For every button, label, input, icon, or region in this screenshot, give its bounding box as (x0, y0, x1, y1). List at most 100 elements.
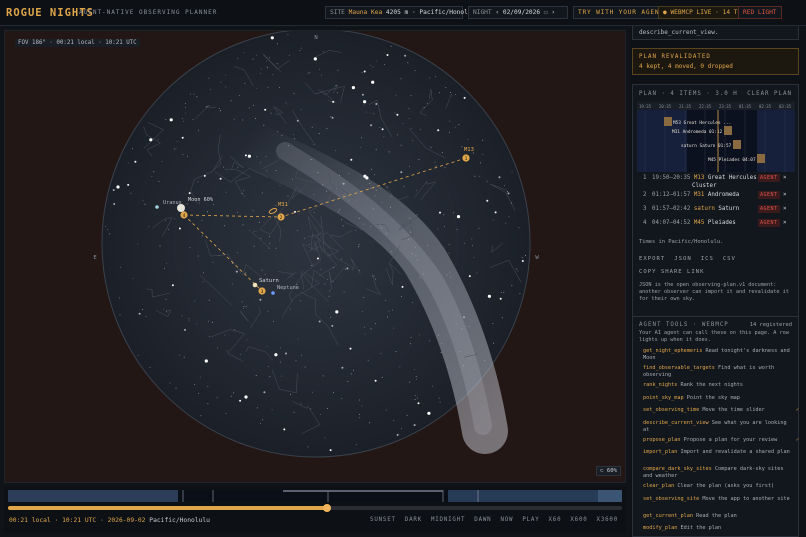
speed-x60-button[interactable]: X60 (549, 517, 562, 523)
star (381, 227, 382, 229)
star (386, 186, 388, 188)
star (415, 255, 417, 257)
neptune-marker[interactable] (271, 291, 275, 295)
star (401, 428, 402, 430)
time-readout-tz: Pacific/Honolulu (149, 517, 210, 524)
star (313, 57, 317, 61)
star (396, 134, 398, 136)
time-slider-knob[interactable] (323, 504, 332, 512)
clear-plan-button[interactable]: CLEAR PLAN (747, 91, 792, 97)
saturn-marker[interactable] (252, 282, 258, 288)
sky-chart[interactable]: M13 M31 Saturn Neptune Uranus Moon 60% 1… (5, 31, 627, 484)
plan-card: PLAN · 4 ITEMS · 3.0 H CLEAR PLAN 19:35 2… (632, 84, 799, 336)
star (326, 278, 328, 280)
speed-x3600-button[interactable]: X3600 (597, 517, 618, 523)
plan-item[interactable]: 1 19:50–20:35 M13 Great Hercules AGENT × Clu… (643, 174, 793, 190)
star (416, 259, 418, 261)
plan-item[interactable]: 3 01:57–02:42 saturn Saturn AGENT × (643, 205, 793, 213)
dawn-button[interactable]: DAWN (474, 517, 491, 523)
star (276, 43, 278, 45)
star (371, 80, 375, 84)
plan-timeline[interactable]: 19:35 20:35 21:35 22:35 23:35 01:35 02:35 03:35… (637, 102, 795, 172)
try-agent-button[interactable]: TRY WITH YOUR AGENT (573, 6, 669, 19)
star (262, 419, 264, 421)
fov-zoom-button[interactable]: ⊂ 60% (596, 466, 621, 476)
export-json-button[interactable]: JSON (674, 256, 691, 262)
tool-description: Propose a plan for your review (683, 436, 778, 443)
tool-description: Move the app to another site (702, 495, 790, 502)
star (521, 257, 523, 259)
star (317, 257, 319, 260)
star (381, 202, 383, 203)
star (218, 255, 220, 257)
star (468, 275, 471, 278)
sunset-button[interactable]: SUNSET (370, 517, 396, 523)
red-light-toggle[interactable]: RED LIGHT (738, 6, 782, 19)
time-controls: SUNSET DARK MIDNIGHT DAWN NOW PLAY X60 X… (370, 517, 618, 523)
star (113, 203, 116, 205)
star (208, 77, 210, 79)
remove-item-button[interactable]: × (783, 174, 787, 182)
star (244, 83, 246, 84)
star (498, 176, 501, 179)
star (505, 222, 507, 224)
remove-item-button[interactable]: × (783, 205, 787, 213)
star (207, 403, 209, 405)
uranus-marker[interactable] (155, 205, 159, 209)
now-button[interactable]: NOW (500, 517, 513, 523)
star (332, 100, 335, 103)
midnight-button[interactable]: MIDNIGHT (431, 517, 465, 523)
next-night-button[interactable]: › (551, 9, 555, 16)
star (343, 194, 345, 196)
export-csv-button[interactable]: CSV (723, 256, 736, 262)
star (232, 283, 234, 285)
plan-item[interactable]: 4 04:07–04:52 M45 Pleiades AGENT × (643, 219, 793, 227)
plan-item-time: 19:50–20:35 (652, 175, 691, 181)
star (480, 162, 482, 164)
star (346, 267, 349, 270)
revalidated-banner: PLAN REVALIDATED 4 kept, 4 moved, 0 drop… (632, 48, 799, 75)
export-ics-button[interactable]: ICS (701, 256, 714, 262)
star (307, 446, 309, 448)
prev-night-button[interactable]: ‹ (495, 9, 499, 16)
copy-share-link-button[interactable]: COPY SHARE LINK (639, 269, 705, 275)
star (243, 52, 245, 54)
time-slider[interactable] (8, 504, 622, 512)
star (300, 300, 302, 302)
remove-item-button[interactable]: × (783, 219, 787, 227)
plan-item[interactable]: 2 01:12–01:57 M31 Andromeda AGENT × (643, 191, 793, 199)
star (471, 238, 473, 240)
star (439, 211, 441, 214)
star (149, 366, 151, 368)
star (318, 133, 320, 135)
tool-name: find_observable_targets (643, 365, 715, 371)
star (499, 297, 502, 300)
moon-marker[interactable] (177, 204, 185, 212)
star (309, 71, 311, 73)
speed-x600-button[interactable]: X600 (570, 517, 587, 523)
star (277, 131, 279, 133)
star (293, 411, 295, 413)
star (137, 243, 139, 245)
star (275, 205, 277, 206)
dark-button[interactable]: DARK (405, 517, 422, 523)
star (506, 191, 508, 193)
calendar-icon[interactable]: ▭ (544, 9, 548, 16)
star (161, 161, 163, 163)
star (247, 154, 251, 158)
darkness-strip[interactable] (8, 490, 622, 502)
star (370, 124, 373, 127)
play-button[interactable]: PLAY (522, 517, 539, 523)
star (486, 180, 488, 182)
star (429, 77, 430, 79)
night-date[interactable]: 02/09/2026 (503, 9, 540, 16)
remove-item-button[interactable]: × (783, 191, 787, 199)
star (323, 50, 325, 52)
star (186, 203, 188, 205)
site-selector[interactable]: SITE Mauna Kea 4205 m · Pacific/Honolulu (325, 6, 479, 19)
star (157, 138, 159, 140)
star (242, 224, 244, 226)
star (107, 229, 109, 231)
star (310, 159, 312, 160)
sky-map[interactable]: M13 M31 Saturn Neptune Uranus Moon 60% 1… (4, 30, 626, 483)
